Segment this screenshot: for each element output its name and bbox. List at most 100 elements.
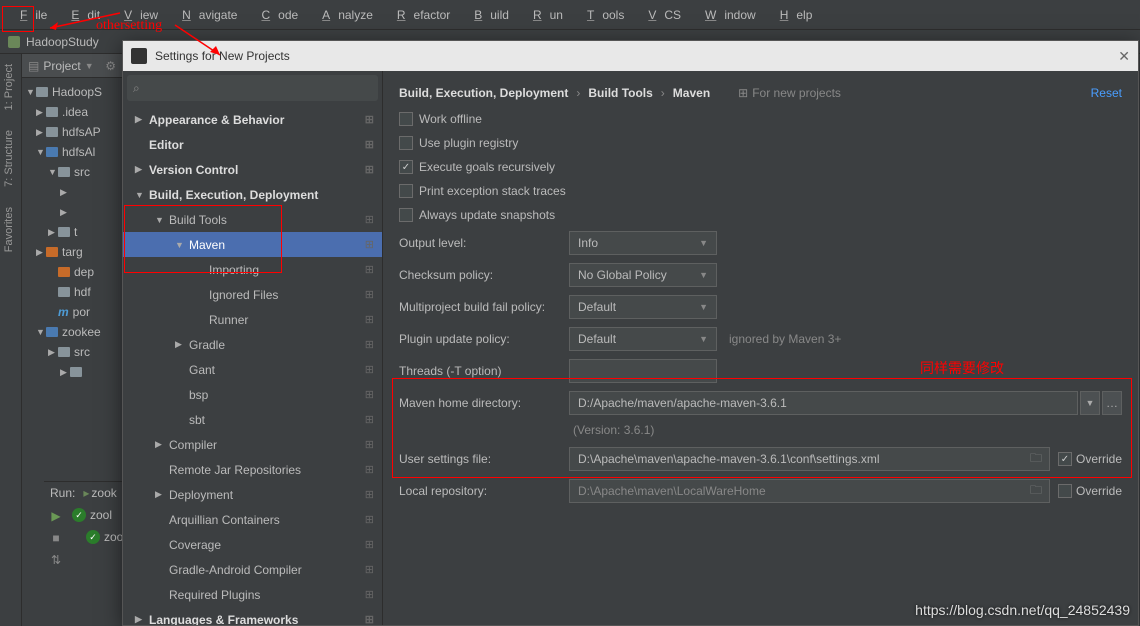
project-panel-header[interactable]: ▤ Project ▼ ⚙ — [22, 54, 122, 78]
settings-search-input[interactable]: ⌕ — [127, 75, 378, 101]
settings-tree-item[interactable]: Gradle-Android Compiler⊞ — [123, 557, 382, 582]
toggle-button[interactable]: ⇅ — [46, 550, 66, 570]
gear-icon[interactable]: ⚙ — [105, 59, 116, 73]
tool-window-tab[interactable]: 1: Project — [0, 54, 18, 120]
settings-tree-item[interactable]: Gant⊞ — [123, 357, 382, 382]
settings-tree-item[interactable]: Arquillian Containers⊞ — [123, 507, 382, 532]
chevron-down-icon: ▼ — [699, 270, 708, 280]
settings-tree-item[interactable]: ▼Build, Execution, Deployment — [123, 182, 382, 207]
plugin-update-label: Plugin update policy: — [399, 332, 569, 346]
settings-tree-item[interactable]: ▶Languages & Frameworks⊞ — [123, 607, 382, 625]
tree-node[interactable]: ▼zookee — [22, 322, 122, 342]
user-settings-override-checkbox[interactable]: Override — [1058, 452, 1122, 466]
folder-icon[interactable]: 🗀 — [1026, 449, 1046, 469]
menu-item[interactable]: VCS — [632, 8, 689, 22]
rerun-button[interactable]: ▶ — [46, 506, 66, 526]
plugin-update-select[interactable]: Default▼ — [569, 327, 717, 351]
settings-tree-item[interactable]: bsp⊞ — [123, 382, 382, 407]
menu-item[interactable]: Tools — [571, 8, 632, 22]
tree-node[interactable]: mpor — [22, 302, 122, 322]
checksum-policy-select[interactable]: No Global Policy▼ — [569, 263, 717, 287]
user-settings-label: User settings file: — [399, 452, 569, 466]
checkbox-option[interactable]: Print exception stack traces — [399, 179, 1122, 203]
left-tool-tabs: 1: Project7: StructureFavorites — [0, 54, 22, 626]
for-new-projects-label: ⊞ For new projects — [738, 86, 841, 100]
settings-tree-item[interactable]: Remote Jar Repositories⊞ — [123, 457, 382, 482]
local-repo-input[interactable]: D:\Apache\maven\LocalWareHome — [569, 479, 1050, 503]
stop-button[interactable]: ■ — [46, 528, 66, 548]
tree-node[interactable]: ▶targ — [22, 242, 122, 262]
checkbox-option[interactable]: Always update snapshots — [399, 203, 1122, 227]
tree-node[interactable]: ▼src — [22, 162, 122, 182]
maven-home-dropdown[interactable]: ▼ — [1080, 391, 1100, 415]
settings-tree-item[interactable]: Runner⊞ — [123, 307, 382, 332]
checkbox-option[interactable]: Work offline — [399, 107, 1122, 131]
maven-home-input[interactable]: D:/Apache/maven/apache-maven-3.6.1 — [569, 391, 1078, 415]
tree-node[interactable]: ▶ — [22, 202, 122, 222]
maven-version-label: (Version: 3.6.1) — [573, 423, 1122, 437]
tree-node[interactable]: ▶t — [22, 222, 122, 242]
tool-window-tab[interactable]: 7: Structure — [0, 120, 18, 197]
run-target[interactable]: zook — [91, 486, 116, 500]
menu-item[interactable]: Analyze — [306, 8, 381, 22]
menu-item[interactable]: File — [4, 8, 55, 22]
reset-link[interactable]: Reset — [1091, 86, 1122, 100]
chevron-down-icon[interactable]: ▼ — [85, 61, 94, 71]
folder-icon[interactable]: 🗀 — [1026, 481, 1046, 501]
menu-item[interactable]: Refactor — [381, 8, 458, 22]
chevron-down-icon: ▼ — [699, 302, 708, 312]
settings-tree-item[interactable]: ▶Gradle⊞ — [123, 332, 382, 357]
checkbox-option[interactable]: Execute goals recursively — [399, 155, 1122, 179]
menu-item[interactable]: Window — [689, 8, 764, 22]
menu-item[interactable]: Help — [764, 8, 821, 22]
chevron-right-icon: › — [576, 86, 580, 100]
output-level-select[interactable]: Info▼ — [569, 231, 717, 255]
user-settings-input[interactable]: D:\Apache\maven\apache-maven-3.6.1\conf\… — [569, 447, 1050, 471]
tree-node[interactable]: ▶src — [22, 342, 122, 362]
settings-tree-item[interactable]: ▶Compiler⊞ — [123, 432, 382, 457]
menu-item[interactable]: Code — [245, 8, 306, 22]
tree-node[interactable]: hdf — [22, 282, 122, 302]
menu-item[interactable]: Build — [458, 8, 517, 22]
local-repo-label: Local repository: — [399, 484, 569, 498]
maven-home-browse[interactable]: … — [1102, 391, 1122, 415]
tree-node[interactable]: ▶ — [22, 182, 122, 202]
settings-tree-item[interactable]: ▶Deployment⊞ — [123, 482, 382, 507]
menu-item[interactable]: Run — [517, 8, 571, 22]
breadcrumb-item[interactable]: Build, Execution, Deployment — [399, 86, 568, 100]
close-icon[interactable]: ✕ — [1118, 48, 1130, 65]
settings-tree-item[interactable]: Importing⊞ — [123, 257, 382, 282]
settings-tree-item[interactable]: ▶Appearance & Behavior⊞ — [123, 107, 382, 132]
run-result-row[interactable]: ✓ zool — [68, 504, 122, 526]
settings-tree-item[interactable]: ▼Build Tools⊞ — [123, 207, 382, 232]
intellij-icon — [131, 48, 147, 64]
settings-tree-item[interactable]: ▶Version Control⊞ — [123, 157, 382, 182]
dialog-titlebar[interactable]: Settings for New Projects ✕ — [123, 41, 1138, 71]
settings-tree-item[interactable]: Required Plugins⊞ — [123, 582, 382, 607]
menu-item[interactable]: View — [108, 8, 166, 22]
tree-node[interactable]: ▼HadoopS — [22, 82, 122, 102]
settings-tree-item[interactable]: Editor⊞ — [123, 132, 382, 157]
settings-tree-item[interactable]: Coverage⊞ — [123, 532, 382, 557]
multiproject-fail-select[interactable]: Default▼ — [569, 295, 717, 319]
local-repo-override-checkbox[interactable]: Override — [1058, 484, 1122, 498]
settings-tree-item[interactable]: sbt⊞ — [123, 407, 382, 432]
settings-tree-item[interactable]: Ignored Files⊞ — [123, 282, 382, 307]
tree-node[interactable]: dep — [22, 262, 122, 282]
tree-node[interactable]: ▶hdfsAP — [22, 122, 122, 142]
breadcrumb-item[interactable]: Build Tools — [588, 86, 652, 100]
chevron-right-icon: › — [661, 86, 665, 100]
nav-project-name[interactable]: HadoopStudy — [26, 35, 99, 49]
menu-item[interactable]: Edit — [55, 8, 108, 22]
run-result-row[interactable]: ✓ zool — [68, 526, 122, 548]
tree-node[interactable]: ▶.idea — [22, 102, 122, 122]
run-tool-window: Run: ▸ zook ▶ ■ ⇅ ✓ zool ✓ zool — [44, 481, 122, 626]
tree-node[interactable]: ▶ — [22, 362, 122, 382]
settings-tree-item[interactable]: ▼Maven⊞ — [123, 232, 382, 257]
tree-node[interactable]: ▼hdfsAl — [22, 142, 122, 162]
checkbox-option[interactable]: Use plugin registry — [399, 131, 1122, 155]
tool-window-tab[interactable]: Favorites — [0, 197, 18, 262]
menu-item[interactable]: Navigate — [166, 8, 245, 22]
main-menubar: FileEditViewNavigateCodeAnalyzeRefactorB… — [0, 0, 1140, 30]
threads-input[interactable] — [569, 359, 717, 383]
